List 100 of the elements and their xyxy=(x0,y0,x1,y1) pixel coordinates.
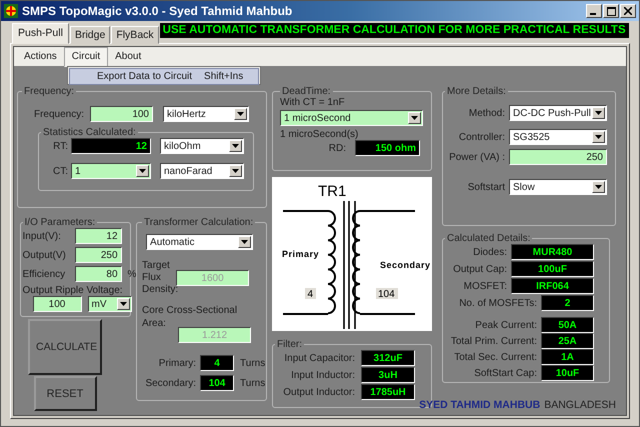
dropdown-button[interactable] xyxy=(229,165,242,177)
menu-item[interactable]: Circuit xyxy=(64,47,108,67)
field-label: Frequency: xyxy=(32,108,84,120)
result-value: IRF064 xyxy=(511,278,594,294)
secondary-label: Secondary xyxy=(380,260,431,270)
field-label: Input Inductor: xyxy=(290,370,355,380)
result-value: 50A xyxy=(541,317,594,333)
maximize-icon xyxy=(606,6,616,16)
dropdown-button[interactable] xyxy=(238,236,252,248)
caret-icon xyxy=(232,169,239,173)
filter-value: 312uF xyxy=(361,350,415,366)
turns-value: 104 xyxy=(200,375,234,391)
caret-icon xyxy=(139,169,146,173)
unit-text: Turns xyxy=(240,378,266,388)
caret-icon xyxy=(595,135,602,139)
reading-text: 1 microSecond(s) xyxy=(280,129,360,140)
group-title: Statistics Calculated: xyxy=(42,127,137,138)
field-label: Method: xyxy=(468,108,505,118)
note-text: With CT = 1nF xyxy=(280,97,346,108)
dropdown-button[interactable] xyxy=(234,108,247,120)
menu-item[interactable]: About xyxy=(108,48,148,65)
turns-tag: 104 xyxy=(376,288,398,300)
mode-dropdown[interactable]: Automatic xyxy=(146,234,254,250)
dropdown-field[interactable]: Slow xyxy=(509,179,607,195)
dropdown-field[interactable]: DC-DC Push-Pull xyxy=(509,105,607,121)
field-label: CT: xyxy=(52,166,68,176)
unit-dropdown[interactable]: kiloHertz xyxy=(163,106,249,122)
field-label: RD: xyxy=(328,142,346,154)
result-value: 2 xyxy=(541,295,594,311)
dropdown-button[interactable] xyxy=(229,140,242,152)
dead-time-dropdown[interactable]: 1 microSecond xyxy=(280,110,423,126)
app-icon xyxy=(4,4,18,18)
dropdown-button[interactable] xyxy=(116,298,130,310)
filter-value: 1785uH xyxy=(361,384,415,400)
caret-icon xyxy=(595,111,602,115)
unit-dropdown[interactable]: kiloOhm xyxy=(160,138,244,154)
close-button[interactable] xyxy=(620,4,636,18)
group-title: I/O Parameters: xyxy=(24,217,96,228)
unit-dropdown[interactable]: mV xyxy=(88,296,132,312)
field-label: Core Cross-Sectional Area: xyxy=(142,304,238,330)
ripple-field[interactable]: 100 xyxy=(32,296,82,312)
tab[interactable]: Bridge xyxy=(70,26,110,44)
field-label: Diodes: xyxy=(472,246,507,258)
maximize-button[interactable] xyxy=(603,4,619,18)
field-label: Softstart xyxy=(466,182,505,192)
tab[interactable]: FlyBack xyxy=(111,26,159,44)
menu-item[interactable]: Export Data to Circuit xyxy=(97,71,192,82)
shortcut-text: Shift+Ins xyxy=(204,71,244,82)
tab[interactable]: Push-Pull xyxy=(12,23,69,44)
country-text: BANGLADESH xyxy=(544,399,616,411)
banner-text: USE AUTOMATIC TRANSFORMER CALCULATION FOR MORE PRACTICAL RESULTS xyxy=(160,23,629,38)
rt-value: 12 xyxy=(71,138,151,154)
rd-value: 150 ohm xyxy=(355,140,420,156)
field-label: Target Flux Density: xyxy=(142,260,176,296)
field-label: Power (VA) : xyxy=(448,152,505,162)
input-field[interactable]: 250 xyxy=(509,149,607,165)
caret-icon xyxy=(595,185,602,189)
field-label: Output Ripple Voltage: xyxy=(22,285,123,296)
calculate-button[interactable]: CALCULATE xyxy=(28,319,102,375)
field-label: Total Sec. Current: xyxy=(453,352,537,362)
result-value: 100uF xyxy=(511,261,594,277)
result-value: 25A xyxy=(541,333,594,349)
diagram-title: TR1 xyxy=(318,183,346,200)
field-label: Peak Current: xyxy=(474,320,537,330)
dropdown-button[interactable] xyxy=(592,181,605,193)
turns-tag: 4 xyxy=(305,288,316,300)
group-title: Transformer Calculation: xyxy=(143,217,254,228)
field-label: MOSFET: xyxy=(462,280,507,292)
field-label: Controller: xyxy=(458,132,505,142)
unit-text: Turns xyxy=(240,358,266,368)
dropdown-button[interactable] xyxy=(408,112,421,124)
field-label: No. of MOSFETs: xyxy=(458,298,537,308)
dropdown-button[interactable] xyxy=(136,165,149,177)
dropdown-field[interactable]: SG3525 xyxy=(509,129,607,145)
dropdown-button[interactable] xyxy=(592,131,605,143)
filter-value: 3uH xyxy=(361,367,415,383)
group-title: Frequency: xyxy=(23,86,76,97)
reset-button[interactable]: RESET xyxy=(34,376,97,411)
field-label: Secondary: xyxy=(144,378,196,388)
close-icon xyxy=(624,7,632,15)
caret-icon xyxy=(411,116,418,120)
field-label: Efficiency xyxy=(22,268,66,280)
caret-icon xyxy=(120,302,127,306)
minimize-button[interactable] xyxy=(586,4,602,18)
primary-label: Primary xyxy=(282,249,320,259)
unit-dropdown[interactable]: nanoFarad xyxy=(160,163,244,179)
frequency-field[interactable]: 100 xyxy=(90,106,153,122)
dropdown-button[interactable] xyxy=(592,107,605,119)
ct-dropdown[interactable]: 1 xyxy=(71,163,151,179)
field-label: Output Inductor: xyxy=(282,386,355,398)
input-field[interactable]: 250 xyxy=(74,247,122,263)
field-label: Output(V) xyxy=(22,250,67,260)
field-label: Primary: xyxy=(158,358,196,368)
group-title: Filter: xyxy=(276,339,303,350)
caret-icon xyxy=(232,144,239,148)
menu-item[interactable]: Actions xyxy=(17,48,64,65)
author-name: SYED TAHMID MAHBUB xyxy=(419,399,540,411)
input-field[interactable]: 80 xyxy=(74,266,122,282)
caret-icon xyxy=(241,240,248,244)
input-field[interactable]: 12 xyxy=(74,228,122,244)
